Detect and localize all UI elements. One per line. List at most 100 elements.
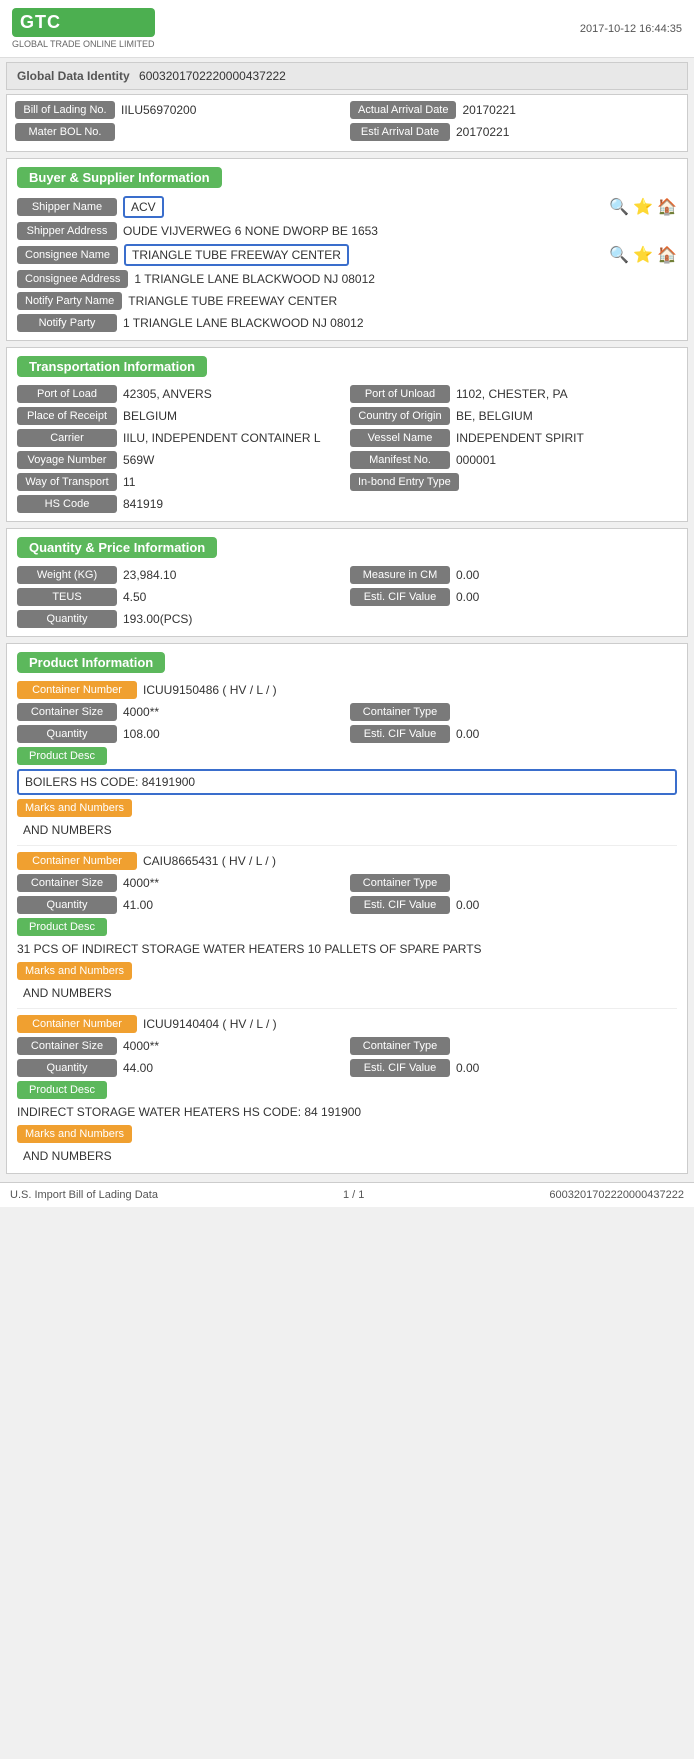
c1-qty-label: Quantity <box>17 725 117 743</box>
container-1: Container Number ICUU9150486 ( HV / L / … <box>17 681 677 839</box>
weight-row: Weight (KG) 23,984.10 Measure in CM 0.00 <box>17 566 677 584</box>
c2-marks-label: Marks and Numbers <box>17 962 132 980</box>
star-icon[interactable]: ⭐ <box>633 197 653 217</box>
vessel-label: Vessel Name <box>350 429 450 447</box>
c2-type-col: Container Type <box>350 874 677 892</box>
c2-size-col: Container Size 4000** <box>17 874 344 892</box>
logo-box: GTC <box>12 8 155 37</box>
bol-section: Bill of Lading No. IILU56970200 Actual A… <box>6 94 688 152</box>
notify-party-label: Notify Party <box>17 314 117 332</box>
logo: GTC GLOBAL TRADE ONLINE LIMITED <box>12 8 155 49</box>
manifest-col: Manifest No. 000001 <box>350 451 677 469</box>
manifest-value: 000001 <box>456 453 677 467</box>
place-receipt-col: Place of Receipt BELGIUM <box>17 407 344 425</box>
c1-cif-label: Esti. CIF Value <box>350 725 450 743</box>
container-1-number-value: ICUU9150486 ( HV / L / ) <box>143 683 677 697</box>
qp-title: Quantity & Price Information <box>17 537 217 558</box>
esti-cif-label: Esti. CIF Value <box>350 588 450 606</box>
inbond-label: In-bond Entry Type <box>350 473 459 491</box>
search-icon[interactable]: 🔍 <box>609 197 629 217</box>
consignee-star-icon[interactable]: ⭐ <box>633 245 653 265</box>
c1-marks-value: AND NUMBERS <box>17 821 677 839</box>
container-3-size-row: Container Size 4000** Container Type <box>17 1037 677 1055</box>
container-2-number-row: Container Number CAIU8665431 ( HV / L / … <box>17 852 677 870</box>
notify-party-row: Notify Party 1 TRIANGLE LANE BLACKWOOD N… <box>17 314 677 332</box>
gdi-label: Global Data Identity <box>17 69 130 83</box>
c2-qty-col: Quantity 41.00 <box>17 896 344 914</box>
container-3-number-row: Container Number ICUU9140404 ( HV / L / … <box>17 1015 677 1033</box>
way-transport-value: 11 <box>123 475 344 489</box>
container-2-size-row: Container Size 4000** Container Type <box>17 874 677 892</box>
c1-size-label: Container Size <box>17 703 117 721</box>
esti-cif-col: Esti. CIF Value 0.00 <box>350 588 677 606</box>
logo-sub: GLOBAL TRADE ONLINE LIMITED <box>12 39 155 49</box>
esti-value: 20170221 <box>456 125 679 139</box>
country-origin-col: Country of Origin BE, BELGIUM <box>350 407 677 425</box>
footer-center: 1 / 1 <box>343 1189 364 1201</box>
teus-value: 4.50 <box>123 590 344 604</box>
footer: U.S. Import Bill of Lading Data 1 / 1 60… <box>0 1182 694 1207</box>
shipper-icons: 🔍 ⭐ 🏠 <box>609 197 677 217</box>
c1-product-desc-label: Product Desc <box>17 747 107 765</box>
c2-size-label: Container Size <box>17 874 117 892</box>
shipper-name-value: ACV <box>123 196 164 218</box>
measure-col: Measure in CM 0.00 <box>350 566 677 584</box>
c2-cif-value: 0.00 <box>456 898 677 912</box>
arr-col: Actual Arrival Date 20170221 <box>350 101 679 119</box>
gdi-value: 60032017022200004​37222 <box>139 69 286 83</box>
container-1-size-row: Container Size 4000** Container Type <box>17 703 677 721</box>
bol-value: IILU56970200 <box>121 103 344 117</box>
carrier-label: Carrier <box>17 429 117 447</box>
global-data-identity-row: Global Data Identity 60032017022200004​3… <box>6 62 688 90</box>
consignee-address-row: Consignee Address 1 TRIANGLE LANE BLACKW… <box>17 270 677 288</box>
container-1-number-row: Container Number ICUU9150486 ( HV / L / … <box>17 681 677 699</box>
c3-type-label: Container Type <box>350 1037 450 1055</box>
transport-header: Transportation Information <box>17 356 677 385</box>
consignee-home-icon[interactable]: 🏠 <box>657 245 677 265</box>
c2-qty-value: 41.00 <box>123 898 344 912</box>
c2-cif-col: Esti. CIF Value 0.00 <box>350 896 677 914</box>
c3-product-desc-label: Product Desc <box>17 1081 107 1099</box>
measure-value: 0.00 <box>456 568 677 582</box>
bol-label: Bill of Lading No. <box>15 101 115 119</box>
shipper-name-row: Shipper Name ACV 🔍 ⭐ 🏠 <box>17 196 677 218</box>
home-icon[interactable]: 🏠 <box>657 197 677 217</box>
quantity-label: Quantity <box>17 610 117 628</box>
buyer-supplier-header: Buyer & Supplier Information <box>17 167 677 196</box>
buyer-supplier-title: Buyer & Supplier Information <box>17 167 222 188</box>
port-load-label: Port of Load <box>17 385 117 403</box>
transport-title: Transportation Information <box>17 356 207 377</box>
c3-marks-value: AND NUMBERS <box>17 1147 677 1165</box>
receipt-row: Place of Receipt BELGIUM Country of Orig… <box>17 407 677 425</box>
c2-size-value: 4000** <box>123 876 344 890</box>
consignee-name-row: Consignee Name TRIANGLE TUBE FREEWAY CEN… <box>17 244 677 266</box>
consignee-address-value: 1 TRIANGLE LANE BLACKWOOD NJ 08012 <box>134 272 677 286</box>
container-1-qty-row: Quantity 108.00 Esti. CIF Value 0.00 <box>17 725 677 743</box>
shipper-name-label: Shipper Name <box>17 198 117 216</box>
port-load-col: Port of Load 42305, ANVERS <box>17 385 344 403</box>
teus-col: TEUS 4.50 <box>17 588 344 606</box>
page-wrapper: GTC GLOBAL TRADE ONLINE LIMITED 2017-10-… <box>0 0 694 1207</box>
c3-product-desc-value: INDIRECT STORAGE WATER HEATERS HS CODE: … <box>17 1103 677 1121</box>
c1-type-label: Container Type <box>350 703 450 721</box>
carrier-value: IILU, INDEPENDENT CONTAINER L <box>123 431 344 445</box>
voyage-row: Voyage Number 569W Manifest No. 000001 <box>17 451 677 469</box>
consignee-icons: 🔍 ⭐ 🏠 <box>609 245 677 265</box>
port-unload-value: 1102, CHESTER, PA <box>456 387 677 401</box>
container-3: Container Number ICUU9140404 ( HV / L / … <box>17 1015 677 1165</box>
divider-1 <box>17 845 677 846</box>
mater-row: Mater BOL No. Esti Arrival Date 20170221 <box>15 123 679 141</box>
c3-qty-col: Quantity 44.00 <box>17 1059 344 1077</box>
hs-code-row: HS Code 841919 <box>17 495 677 513</box>
voyage-label: Voyage Number <box>17 451 117 469</box>
consignee-search-icon[interactable]: 🔍 <box>609 245 629 265</box>
c2-marks-block: Marks and Numbers AND NUMBERS <box>17 962 677 1002</box>
container-3-qty-row: Quantity 44.00 Esti. CIF Value 0.00 <box>17 1059 677 1077</box>
c3-marks-block: Marks and Numbers AND NUMBERS <box>17 1125 677 1165</box>
container-1-number-label: Container Number <box>17 681 137 699</box>
c1-size-value: 4000** <box>123 705 344 719</box>
footer-right: 60032017022200004​37222 <box>549 1189 684 1201</box>
weight-label: Weight (KG) <box>17 566 117 584</box>
voyage-value: 569W <box>123 453 344 467</box>
c1-marks-label: Marks and Numbers <box>17 799 132 817</box>
